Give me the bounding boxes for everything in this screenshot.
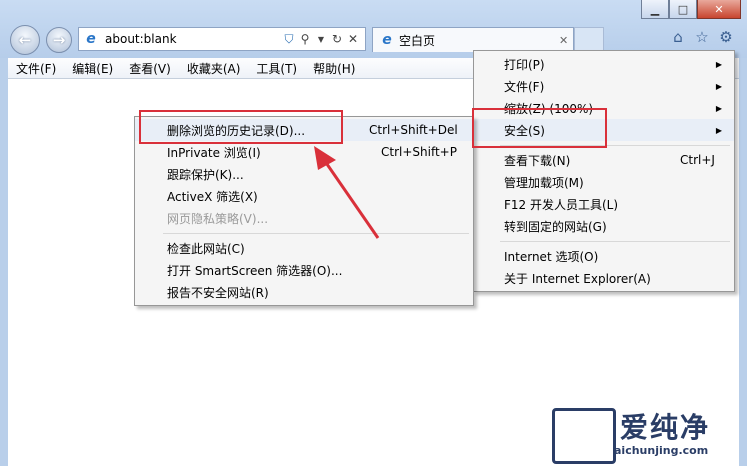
- minimize-button[interactable]: ▁: [641, 0, 669, 19]
- tab-title: 空白页: [399, 33, 436, 48]
- watermark-logo-icon: [552, 408, 616, 464]
- menu-favorites[interactable]: 收藏夹(A): [179, 60, 249, 77]
- menu-item-internet-options[interactable]: Internet 选项(O): [474, 245, 734, 267]
- highlight-box-safety: [472, 108, 607, 148]
- home-icon[interactable]: ⌂: [669, 28, 687, 46]
- tab-close-icon[interactable]: ✕: [559, 34, 573, 47]
- address-bar[interactable]: e about:blank ⛉ ⚲ ▼ ↻ ✕: [78, 27, 366, 51]
- window-border-left: [0, 58, 8, 466]
- address-url[interactable]: about:blank: [105, 32, 281, 46]
- menu-view[interactable]: 查看(V): [121, 60, 179, 77]
- watermark-brand: 爱纯净: [620, 411, 711, 444]
- submenu-arrow-icon: ▶: [715, 59, 722, 69]
- stop-icon[interactable]: ✕: [345, 32, 361, 46]
- forward-arrow-icon: →: [52, 31, 66, 49]
- menu-item-dev-tools[interactable]: F12 开发人员工具(L): [474, 193, 734, 215]
- highlight-box-delete-history: [139, 110, 343, 144]
- watermark: 爱纯净 aichunjing.com: [552, 404, 742, 464]
- ie-tab-icon: e: [382, 32, 392, 48]
- window-controls: ▁ □ ✕: [641, 0, 741, 20]
- menu-item-report-unsafe[interactable]: 报告不安全网站(R): [135, 281, 473, 303]
- close-button[interactable]: ✕: [697, 0, 741, 19]
- new-tab-button[interactable]: [574, 27, 604, 51]
- watermark-site: aichunjing.com: [614, 444, 709, 457]
- tools-menu: 打印(P) ▶ 文件(F) ▶ 缩放(Z) (100%) ▶ 安全(S) ▶ 查…: [473, 50, 735, 292]
- submenu-arrow-icon: ▶: [715, 125, 722, 135]
- menu-item-pinned-sites[interactable]: 转到固定的网站(G): [474, 215, 734, 237]
- submenu-arrow-icon: ▶: [715, 81, 722, 91]
- ie-page-icon: e: [86, 31, 96, 47]
- annotation-arrow-icon: [314, 146, 380, 239]
- forward-button[interactable]: →: [46, 27, 72, 53]
- submenu-arrow-icon: ▶: [715, 103, 722, 113]
- command-icons: ⌂ ☆ ⚙: [669, 28, 735, 46]
- favorites-star-icon[interactable]: ☆: [693, 28, 711, 46]
- gear-icon[interactable]: ⚙: [717, 28, 735, 46]
- back-button[interactable]: ←: [10, 25, 40, 55]
- menu-item-about-ie[interactable]: 关于 Internet Explorer(A): [474, 267, 734, 289]
- menu-item-view-downloads[interactable]: 查看下载(N) Ctrl+J: [474, 149, 734, 171]
- menu-tools[interactable]: 工具(T): [248, 60, 305, 77]
- maximize-button[interactable]: □: [669, 0, 697, 19]
- dropdown-icon[interactable]: ▼: [313, 35, 329, 44]
- menu-edit[interactable]: 编辑(E): [64, 60, 121, 77]
- menu-item-smartscreen[interactable]: 打开 SmartScreen 筛选器(O)...: [135, 259, 473, 281]
- back-arrow-icon: ←: [18, 31, 32, 49]
- menu-item-file[interactable]: 文件(F) ▶: [474, 75, 734, 97]
- tab-blank-page[interactable]: e 空白页 ✕: [372, 27, 574, 52]
- menu-help[interactable]: 帮助(H): [305, 60, 363, 77]
- search-icon[interactable]: ⚲: [297, 32, 313, 46]
- menu-separator: [500, 241, 730, 242]
- shield-icon[interactable]: ⛉: [281, 32, 297, 47]
- menu-item-manage-addons[interactable]: 管理加载项(M): [474, 171, 734, 193]
- menu-item-print[interactable]: 打印(P) ▶: [474, 53, 734, 75]
- menu-file[interactable]: 文件(F): [8, 60, 64, 77]
- refresh-icon[interactable]: ↻: [329, 32, 345, 46]
